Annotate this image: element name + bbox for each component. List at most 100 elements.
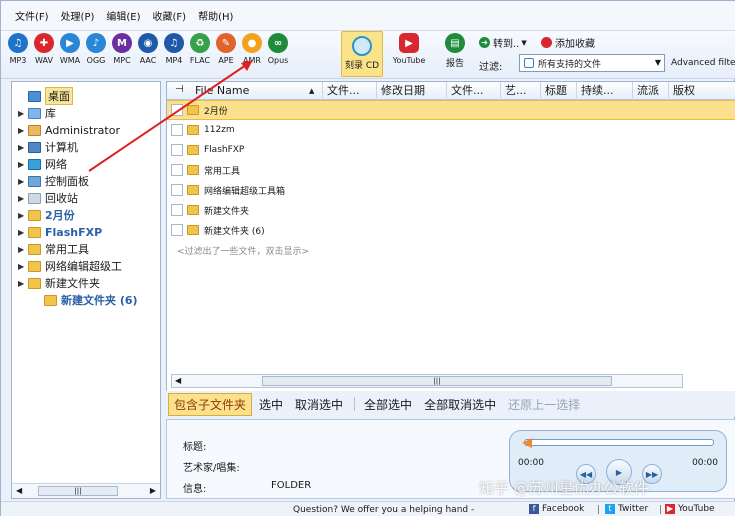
tree-item[interactable]: ▶ 回收站 [18,190,78,206]
filtered-files-note[interactable]: <过滤出了一些文件，双击显示> [177,244,309,257]
file-row[interactable]: 新建文件夹 (6) [167,220,735,240]
tree-item[interactable]: ▶ 常用工具 [18,241,89,257]
format-opus-button[interactable]: ∞ Opus [265,33,291,65]
scroll-right-icon[interactable]: ▶ [150,486,156,495]
format-mp4-button[interactable]: ♫ MP4 [161,33,187,65]
row-checkbox[interactable] [171,224,183,236]
expand-arrow-icon[interactable]: ▶ [18,126,28,135]
restore-selection-button[interactable]: 还原上一选择 [503,394,585,415]
folder-icon [28,243,41,255]
expand-arrow-icon[interactable]: ▶ [18,177,28,186]
deselect-button[interactable]: 取消选中 [290,394,348,415]
control-panel-icon [28,175,41,187]
expand-arrow-icon[interactable]: ▶ [18,211,28,220]
folder-icon [187,225,199,235]
column-artist[interactable]: 艺... [501,82,541,100]
tree-item[interactable]: ▶ 计算机 [18,139,78,155]
format-mp3-button[interactable]: ♫ MP3 [5,33,31,65]
file-row[interactable]: 112zm [167,120,735,140]
tree-item[interactable]: ▶ 新建文件夹 [18,275,100,291]
expand-arrow-icon[interactable]: ▶ [18,279,28,288]
facebook-link[interactable]: f Facebook [529,504,584,514]
twitter-link[interactable]: t Twitter [605,504,648,514]
sidebar-scrollbar[interactable]: ◀ ||| ▶ [12,483,160,498]
convert-to-button[interactable]: ➜ 转到.. ▼ [479,35,527,50]
format-aac-button[interactable]: ◉ AAC [135,33,161,65]
format-amr-button[interactable]: ● AMR [239,33,265,65]
tree-item[interactable]: ▶ 网络编辑超级工 [18,258,122,274]
menu-help[interactable]: 帮助(H) [198,8,233,23]
include-subfolders-button[interactable]: 包含子文件夹 [168,392,253,416]
tree-item[interactable]: ▶ Administrator [18,122,120,138]
tree-item[interactable]: ▶ 库 [18,105,56,121]
scroll-left-icon[interactable]: ◀ [16,486,22,495]
format-label: FLAC [189,56,211,65]
expand-arrow-icon[interactable]: ▶ [18,262,28,271]
seek-bar[interactable] [524,439,714,446]
filelist-scrollbar[interactable]: ◀ ||| [171,374,683,388]
tree-item[interactable]: ▶ 网络 [18,156,67,172]
folder-tree[interactable]: 桌面 ▶ 库 ▶ Administrator ▶ 计算机 ▶ 网络 ▶ 控制面板 ▶ 回收站 ▶ 2月份 ▶ F… [11,81,161,499]
youtube-link[interactable]: ▶ YouTube [665,504,715,514]
column-copyright[interactable]: 版权 [669,82,735,100]
row-checkbox[interactable] [171,164,183,176]
select-all-button[interactable]: 全部选中 [359,394,417,415]
menu-process[interactable]: 处理(P) [61,8,95,23]
format-mpc-button[interactable]: M MPC [109,33,135,65]
tree-item[interactable]: 桌面 [18,87,73,105]
expand-arrow-icon[interactable]: ▶ [18,245,28,254]
menu-edit[interactable]: 编辑(E) [106,8,140,23]
row-checkbox[interactable] [171,144,183,156]
column-file-name[interactable]: File Name ▲ [191,82,323,100]
advanced-filter-button[interactable]: Advanced filter [671,58,735,68]
format-label: AMR [243,56,261,65]
format-wav-button[interactable]: ✚ WAV [31,33,57,65]
column-title[interactable]: 标题 [541,82,577,100]
help-question-text[interactable]: Question? We offer you a helping hand - [293,505,474,515]
tree-item[interactable]: ▶ FlashFXP [18,224,102,240]
file-row[interactable]: 网络编辑超级工具箱 [167,180,735,200]
scroll-left-icon[interactable]: ◀ [175,376,181,385]
menu-favorites[interactable]: 收藏(F) [153,8,187,23]
column-modified-date[interactable]: 修改日期 [377,82,447,100]
row-checkbox[interactable] [171,184,183,196]
tree-item[interactable]: 新建文件夹 (6) [34,292,138,308]
column-file-type[interactable]: 文件... [323,82,377,100]
expand-arrow-icon[interactable]: ▶ [18,194,28,203]
add-favorite-button[interactable]: 添加收藏 [541,35,595,50]
column-duration[interactable]: 持续... [577,82,633,100]
menu-file[interactable]: 文件(F) [15,8,49,23]
row-checkbox[interactable] [171,124,183,136]
tree-item-label: 网络 [45,158,67,171]
tree-item[interactable]: ▶ 控制面板 [18,173,89,189]
folder-icon [187,145,199,155]
report-button[interactable]: ▤ 报告 [441,33,469,69]
expand-arrow-icon[interactable]: ▶ [18,228,28,237]
burn-cd-button[interactable]: 刻录 CD [341,31,383,77]
column-genre[interactable]: 流派 [633,82,669,100]
pin-icon[interactable]: ⊣ [175,84,184,95]
row-checkbox[interactable] [171,204,183,216]
format-label: OGG [86,56,106,65]
scroll-thumb[interactable]: ||| [38,486,118,496]
file-row[interactable]: FlashFXP [167,140,735,160]
expand-arrow-icon[interactable]: ▶ [18,143,28,152]
youtube-button[interactable]: ▶ YouTube [389,33,429,65]
row-checkbox[interactable] [171,104,183,116]
format-flac-button[interactable]: ♻ FLAC [187,33,213,65]
filter-select[interactable]: 所有支持的文件 ▼ [519,54,665,72]
select-button[interactable]: 选中 [254,394,288,415]
scroll-thumb[interactable]: ||| [262,376,612,386]
file-row[interactable]: 常用工具 [167,160,735,180]
file-row[interactable]: 新建文件夹 [167,200,735,220]
format-ape-button[interactable]: ✎ APE [213,33,239,65]
format-ogg-button[interactable]: ♪ OGG [83,33,109,65]
format-wma-button[interactable]: ▶ WMA [57,33,83,65]
column-file-size[interactable]: 文件... [447,82,501,100]
file-row[interactable]: 2月份 [167,100,735,120]
file-name: 2月份 [204,106,228,117]
deselect-all-button[interactable]: 全部取消选中 [419,394,501,415]
expand-arrow-icon[interactable]: ▶ [18,160,28,169]
tree-item[interactable]: ▶ 2月份 [18,207,75,223]
expand-arrow-icon[interactable]: ▶ [18,109,28,118]
